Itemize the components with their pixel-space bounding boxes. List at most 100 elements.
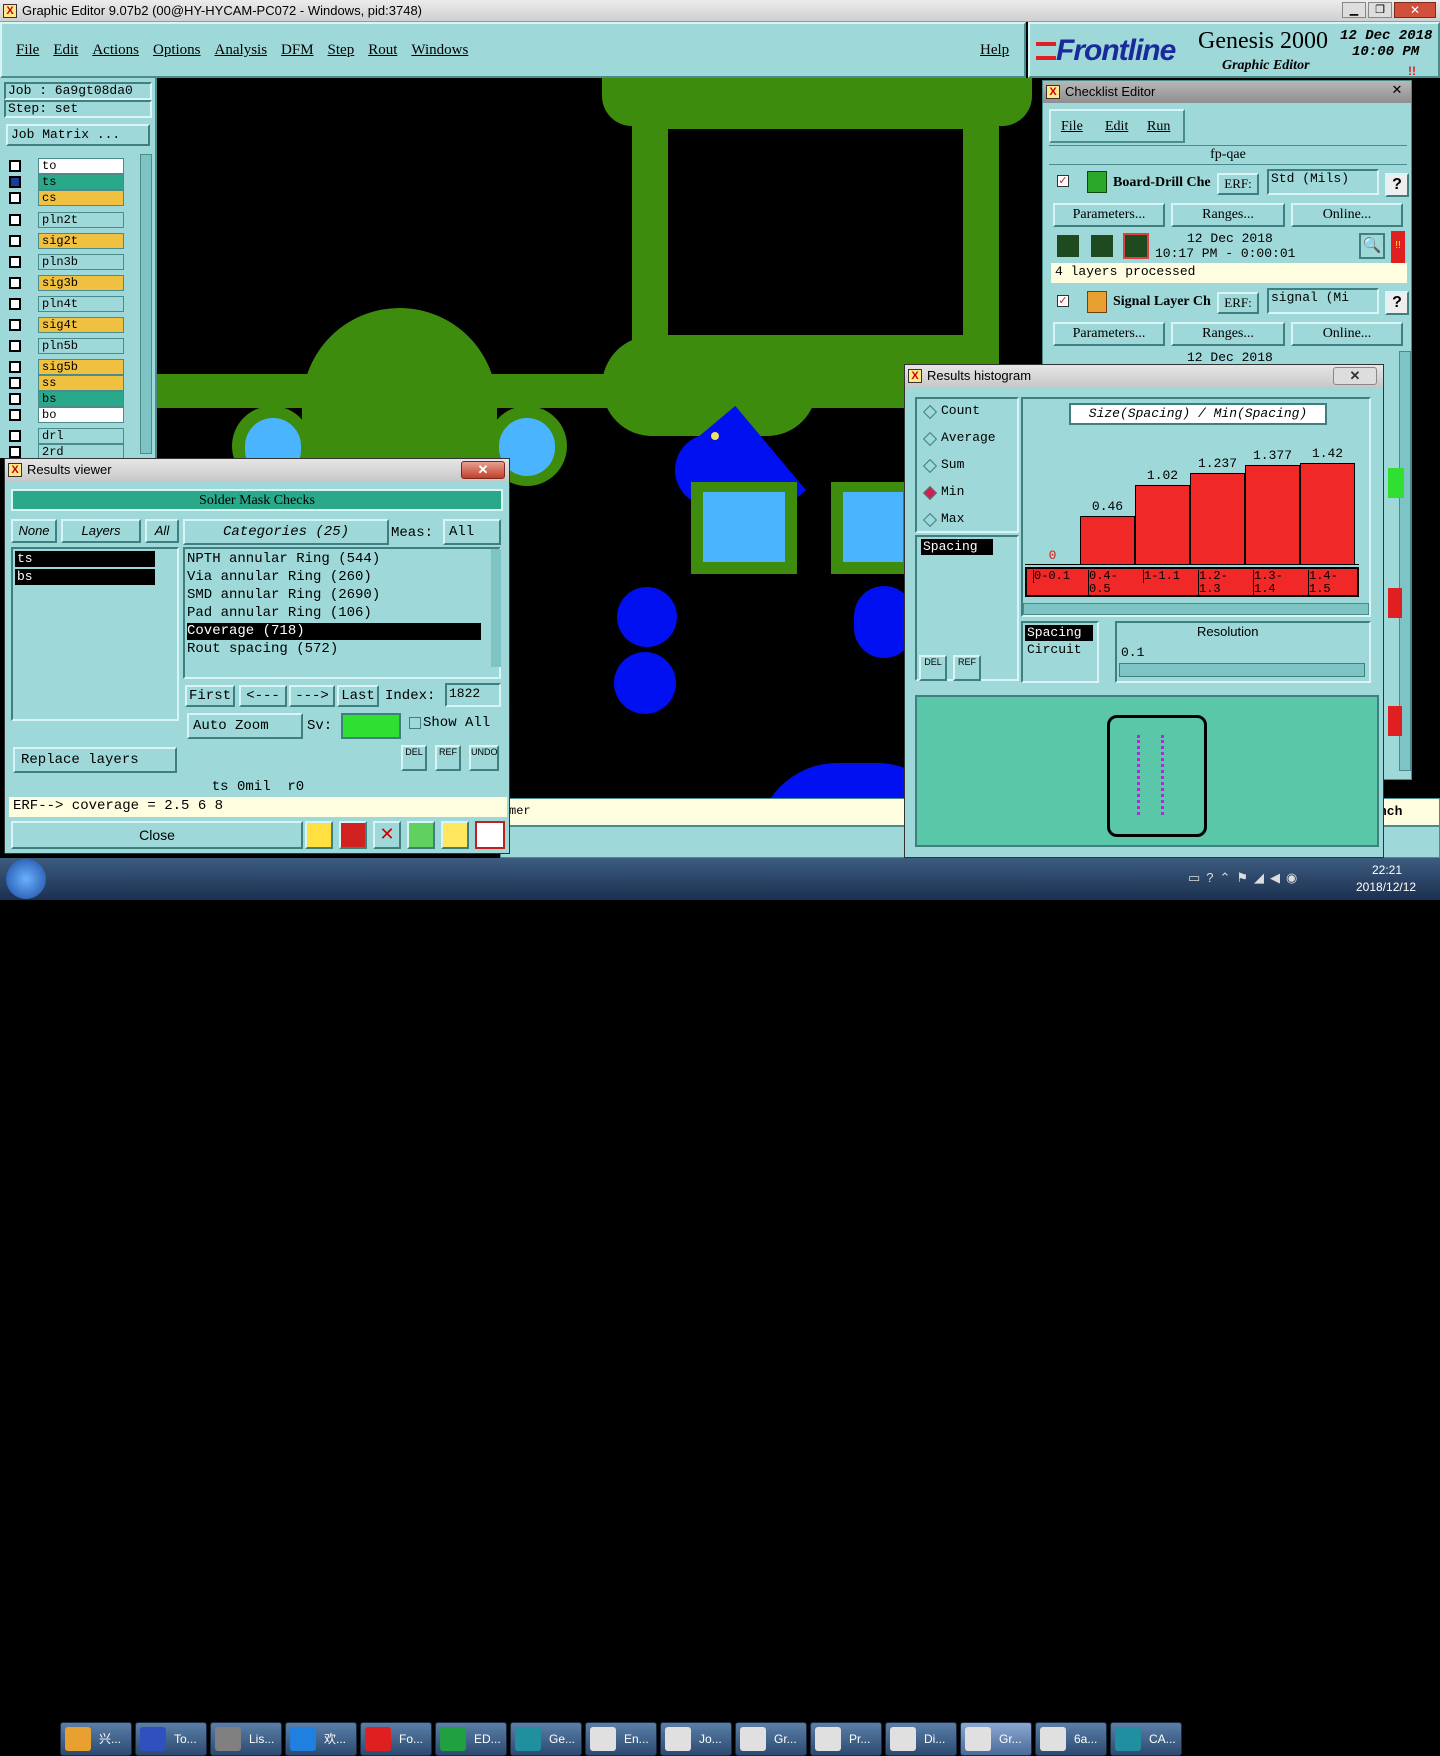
layer-row[interactable]: cs	[6, 190, 124, 206]
taskbar-button[interactable]: 兴...	[60, 1722, 132, 1756]
ref-icon[interactable]: REF	[435, 745, 461, 771]
taskbar-button[interactable]: Fo...	[360, 1722, 432, 1756]
category-item[interactable]: Coverage (718)	[187, 623, 481, 640]
taskbar-button[interactable]: To...	[135, 1722, 207, 1756]
layer-row[interactable]: bo	[6, 407, 124, 423]
layer-name[interactable]: sig5b	[38, 359, 124, 375]
close-window-button[interactable]: ✕	[1394, 2, 1436, 18]
resolution-slider[interactable]	[1119, 663, 1365, 677]
histogram-close-x[interactable]: ✕	[1333, 367, 1377, 385]
layer-row[interactable]: sig4t	[6, 317, 124, 333]
layer-row[interactable]: pln2t	[6, 212, 124, 228]
layer-row[interactable]: to	[6, 158, 124, 174]
hist-del-icon[interactable]: DEL	[919, 655, 947, 681]
layer-checkbox[interactable]	[9, 192, 21, 204]
start-button[interactable]	[6, 859, 46, 899]
layer-name[interactable]: drl	[38, 428, 124, 444]
undo-icon[interactable]: UNDO	[469, 745, 499, 771]
menu-dfm[interactable]: DFM	[281, 42, 314, 59]
layer-row[interactable]: drl	[6, 428, 124, 444]
menu-windows[interactable]: Windows	[411, 42, 468, 59]
category-scrollbar[interactable]	[491, 549, 501, 667]
rv-layer-item[interactable]: ts	[15, 551, 155, 567]
report-icon[interactable]	[441, 821, 469, 849]
replace-layers-dropdown[interactable]: Replace layers	[13, 747, 177, 773]
taskbar-button[interactable]: Lis...	[210, 1722, 282, 1756]
menu-actions[interactable]: Actions	[92, 42, 139, 59]
action-2-erf-button[interactable]: ERF:	[1217, 292, 1259, 314]
taskbar-button[interactable]: 6a...	[1035, 1722, 1107, 1756]
action-checkbox[interactable]: ✓	[1057, 295, 1069, 307]
index-field[interactable]: 1822	[445, 683, 501, 707]
menu-analysis[interactable]: Analysis	[215, 42, 268, 59]
layer-name[interactable]: bs	[38, 391, 124, 407]
layer-checkbox[interactable]	[9, 256, 21, 268]
rv-layer-item[interactable]: bs	[15, 569, 155, 585]
taskbar-button[interactable]: Gr...	[960, 1722, 1032, 1756]
layer-name[interactable]: sig4t	[38, 317, 124, 333]
none-button[interactable]: None	[11, 519, 57, 543]
layer-checkbox[interactable]	[9, 377, 21, 389]
menu-help[interactable]: Help	[980, 42, 1009, 59]
taskbar-button[interactable]: Di...	[885, 1722, 957, 1756]
close-button[interactable]: Close	[11, 821, 303, 849]
ranges-button[interactable]: Ranges...	[1171, 322, 1285, 346]
layer-checkbox[interactable]	[9, 446, 21, 458]
category-item[interactable]: Rout spacing (572)	[187, 641, 481, 658]
layer-name[interactable]: pln2t	[38, 212, 124, 228]
run-icon[interactable]	[1089, 233, 1115, 259]
checklist-menu-file[interactable]: File	[1061, 119, 1083, 135]
maximize-button[interactable]: ❐	[1368, 2, 1392, 18]
checklist-close-button[interactable]: ✕	[1387, 83, 1407, 99]
parameters-button[interactable]: Parameters...	[1053, 203, 1165, 227]
taskbar-button[interactable]: Gr...	[735, 1722, 807, 1756]
checklist-menu-edit[interactable]: Edit	[1105, 119, 1128, 135]
tool-icon[interactable]: ✕	[373, 821, 401, 849]
layer-row[interactable]: ts	[6, 174, 124, 190]
layer-row[interactable]: ss	[6, 375, 124, 391]
layers-button[interactable]: Layers	[61, 519, 141, 543]
layer-name[interactable]: sig2t	[38, 233, 124, 249]
layer-row[interactable]: bs	[6, 391, 124, 407]
results-viewer-close-x[interactable]: ✕	[461, 461, 505, 479]
taskbar-button[interactable]: Pr...	[810, 1722, 882, 1756]
next-button[interactable]: --->	[289, 685, 335, 707]
layer-row[interactable]: pln4t	[6, 296, 124, 312]
histogram-scrollbar[interactable]	[1023, 603, 1369, 615]
measure-spacing[interactable]: Spacing	[921, 539, 993, 555]
stop-icon[interactable]	[1123, 233, 1149, 259]
layer-scrollbar[interactable]	[140, 154, 152, 454]
menu-step[interactable]: Step	[328, 42, 355, 59]
menu-file[interactable]: File	[16, 42, 39, 59]
layer-name[interactable]: pln3b	[38, 254, 124, 270]
layer-checkbox[interactable]	[9, 340, 21, 352]
run-icon[interactable]	[1055, 233, 1081, 259]
menu-options[interactable]: Options	[153, 42, 201, 59]
category-item[interactable]: NPTH annular Ring (544)	[187, 551, 481, 568]
auto-zoom-dropdown[interactable]: Auto Zoom	[187, 713, 303, 739]
taskbar-button[interactable]: Ge...	[510, 1722, 582, 1756]
layer-name[interactable]: bo	[38, 407, 124, 423]
action-checkbox[interactable]: ✓	[1057, 175, 1069, 187]
layer-name[interactable]: ts	[38, 174, 124, 190]
layer-name[interactable]: cs	[38, 190, 124, 206]
online-button[interactable]: Online...	[1291, 203, 1403, 227]
layer-row[interactable]: sig5b	[6, 359, 124, 375]
action-1-help-button[interactable]: ?	[1385, 173, 1409, 197]
first-button[interactable]: First	[185, 685, 235, 707]
tool-icon[interactable]	[305, 821, 333, 849]
layer-name[interactable]: sig3b	[38, 275, 124, 291]
layer-checkbox[interactable]	[9, 214, 21, 226]
checklist-menu-run[interactable]: Run	[1147, 119, 1170, 135]
category-item[interactable]: Pad annular Ring (106)	[187, 605, 481, 622]
taskbar-button[interactable]: Jo...	[660, 1722, 732, 1756]
layer-checkbox[interactable]	[9, 298, 21, 310]
layer-checkbox[interactable]	[9, 176, 21, 188]
taskbar-button[interactable]: CA...	[1110, 1722, 1182, 1756]
tool-icon[interactable]	[407, 821, 435, 849]
categories-button[interactable]: Categories (25)	[183, 519, 389, 545]
lower-circuit[interactable]: Circuit	[1027, 642, 1082, 657]
menu-rout[interactable]: Rout	[368, 42, 397, 59]
taskbar-button[interactable]: En...	[585, 1722, 657, 1756]
layer-checkbox[interactable]	[9, 393, 21, 405]
